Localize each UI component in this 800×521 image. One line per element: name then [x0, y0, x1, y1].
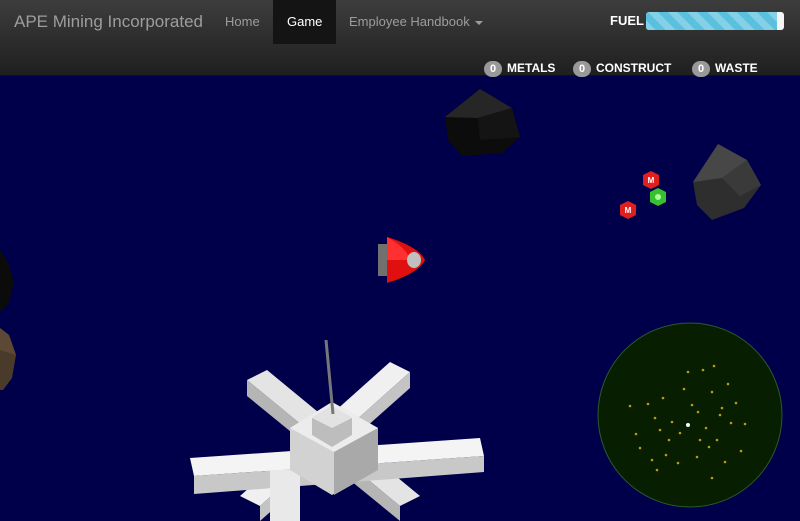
navbar: APE Mining Incorporated Home Game Employ…: [0, 0, 800, 77]
resource-metals: 0 METALS: [484, 60, 556, 77]
fuel-gauge-fill: [646, 12, 778, 30]
chevron-down-icon: [474, 20, 483, 25]
nav-home[interactable]: Home: [211, 0, 274, 44]
resource-construct: 0 CONSTRUCT: [573, 60, 672, 77]
nav-employee-handbook-label: Employee Handbook: [349, 14, 470, 29]
construct-count-badge: 0: [573, 61, 591, 77]
fuel-gauge: [646, 12, 784, 30]
construct-label: CONSTRUCT: [596, 61, 672, 75]
metals-label: METALS: [507, 61, 556, 75]
svg-text:M: M: [648, 176, 655, 185]
waste-label: WASTE: [715, 61, 758, 75]
game-scene[interactable]: M M: [0, 77, 800, 521]
minimap: [597, 322, 783, 508]
metals-count-badge: 0: [484, 61, 502, 77]
waste-count-badge: 0: [692, 61, 710, 77]
game-canvas[interactable]: M M: [0, 77, 800, 521]
svg-text:M: M: [625, 206, 632, 215]
resource-waste: 0 WASTE: [692, 60, 758, 77]
minimap-player-blip: [686, 423, 690, 427]
nav-employee-handbook[interactable]: Employee Handbook: [335, 0, 497, 44]
brand-title[interactable]: APE Mining Incorporated: [14, 12, 203, 32]
nav-game[interactable]: Game: [273, 0, 337, 44]
fuel-label: FUEL: [610, 13, 644, 28]
